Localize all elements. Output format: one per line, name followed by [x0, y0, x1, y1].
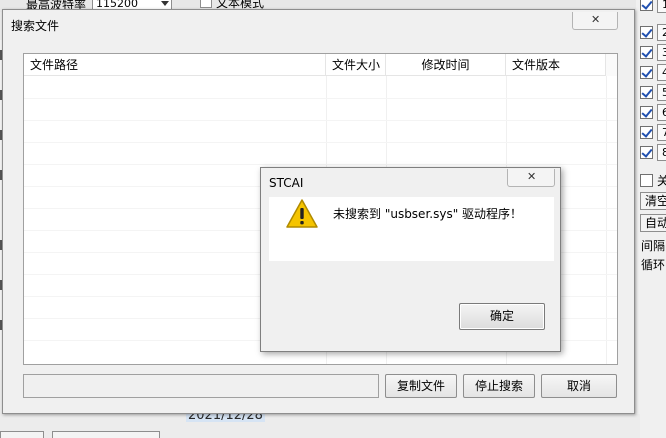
table-header: 文件路径 文件大小 修改时间 文件版本: [24, 54, 617, 76]
selected-path-field[interactable]: [23, 374, 379, 398]
background-bottom-button[interactable]: [0, 431, 44, 438]
channel-number: 3: [657, 44, 666, 61]
channel-number: 7: [657, 124, 666, 141]
warning-icon: [286, 199, 318, 228]
channel-checkbox[interactable]: [640, 66, 653, 79]
channel-row[interactable]: 3: [640, 44, 666, 61]
channel-number: 5: [657, 84, 666, 101]
close-icon: ✕: [527, 170, 537, 183]
channel-number: 2: [657, 24, 666, 41]
channel-number: 6: [657, 104, 666, 121]
close-option-label: 关: [657, 174, 666, 188]
clear-button[interactable]: 清空: [640, 192, 666, 210]
dialog-close-button[interactable]: ✕: [572, 12, 618, 30]
stop-search-button[interactable]: 停止搜索: [463, 374, 535, 398]
channel-checkbox[interactable]: [640, 146, 653, 159]
channel-row[interactable]: 2: [640, 24, 666, 41]
row-divider: [24, 164, 617, 165]
channel-row[interactable]: 6: [640, 104, 666, 121]
loop-label: 循环: [641, 258, 666, 272]
column-header-modified[interactable]: 修改时间: [386, 54, 506, 76]
channel-checkbox[interactable]: [640, 46, 653, 59]
channel-row[interactable]: 7: [640, 124, 666, 141]
close-icon: ✕: [591, 13, 601, 26]
auto-button[interactable]: 自动: [640, 214, 666, 232]
background-bottom-button[interactable]: [52, 431, 160, 438]
channel-checkbox[interactable]: [640, 86, 653, 99]
channel-checkbox[interactable]: [640, 106, 653, 119]
row-divider: [24, 142, 617, 143]
close-option-row[interactable]: 关: [640, 172, 666, 188]
interval-label: 间隔: [641, 239, 666, 253]
chevron-down-icon: [161, 1, 169, 6]
column-header-path[interactable]: 文件路径: [24, 54, 326, 76]
channel-number: 1: [657, 0, 666, 13]
dialog-title: 搜索文件: [11, 19, 60, 33]
channel-row[interactable]: 8: [640, 144, 666, 161]
close-option-checkbox[interactable]: [640, 174, 653, 187]
channel-checkbox[interactable]: [640, 0, 653, 11]
channel-checkbox[interactable]: [640, 126, 653, 139]
cancel-button[interactable]: 取消: [541, 374, 617, 398]
alert-message: 未搜索到 "usbser.sys" 驱动程序！: [333, 207, 523, 221]
channel-row[interactable]: 4: [640, 64, 666, 81]
row-divider: [24, 98, 617, 99]
channel-number: 4: [657, 64, 666, 81]
alert-close-button[interactable]: ✕: [507, 169, 555, 187]
table-header-filler: [605, 54, 617, 76]
alert-title: STCAI: [269, 176, 304, 190]
text-mode-checkbox[interactable]: [200, 0, 212, 8]
alert-dialog: STCAI ✕ 未搜索到 "usbser.sys" 驱动程序！ 确定: [260, 167, 561, 352]
channel-checkbox[interactable]: [640, 26, 653, 39]
copy-file-button[interactable]: 复制文件: [385, 374, 457, 398]
channel-row[interactable]: 5: [640, 84, 666, 101]
ok-button[interactable]: 确定: [459, 303, 545, 330]
channel-row[interactable]: 1: [640, 0, 666, 13]
row-divider: [24, 120, 617, 121]
channel-number: 8: [657, 144, 666, 161]
column-header-version[interactable]: 文件版本: [506, 54, 606, 76]
column-header-size[interactable]: 文件大小: [326, 54, 386, 76]
